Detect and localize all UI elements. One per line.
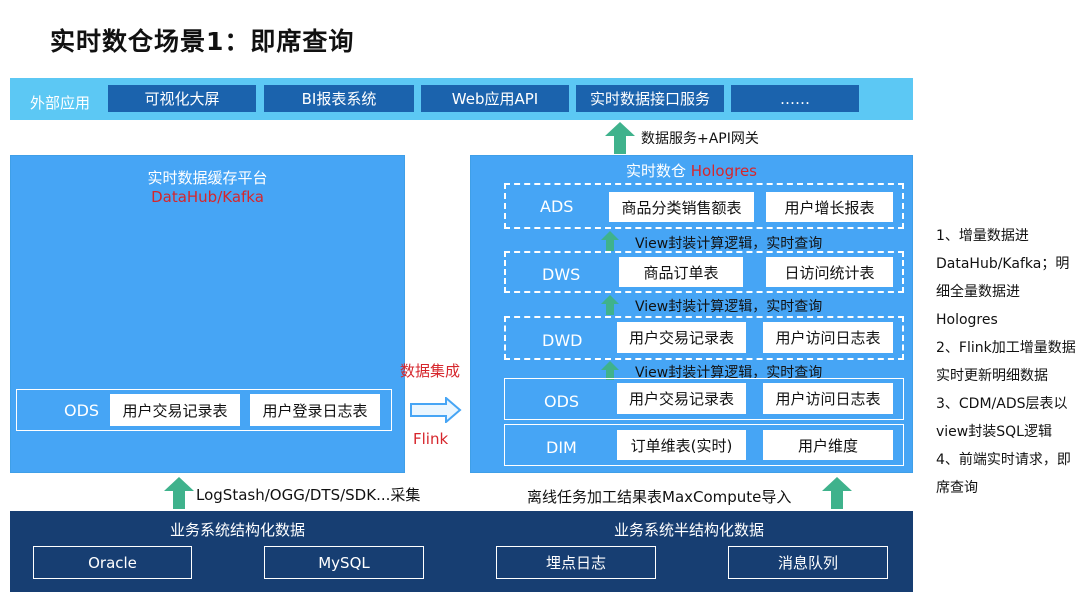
- note-item: 1、增量数据进DataHub/Kafka；明细全量数据进Hologres: [936, 228, 1070, 328]
- dim-table-user: 用户维度: [763, 430, 893, 460]
- layer-ads-label: ADS: [540, 197, 574, 216]
- note-item: 3、CDM/ADS层表以view封装SQL逻辑: [936, 396, 1068, 440]
- app-realtime-service: 实时数据接口服务: [576, 85, 724, 112]
- collect-label: LogStash/OGG/DTS/SDK...采集: [196, 486, 421, 504]
- view-label-2: View封装计算逻辑，实时查询: [635, 299, 823, 315]
- layer-dws-label: DWS: [542, 265, 581, 284]
- external-apps-label: 外部应用: [30, 94, 91, 112]
- right-arrow-icon: [410, 397, 462, 423]
- note-item: 4、前端实时请求，即席查询: [936, 452, 1071, 496]
- ods-table-user-trade: 用户交易记录表: [617, 383, 746, 414]
- cache-ods-label: ODS: [64, 401, 100, 420]
- integration-label: 数据集成: [400, 362, 461, 380]
- app-visual-screen: 可视化大屏: [108, 85, 256, 112]
- notes-panel: 1、增量数据进DataHub/Kafka；明细全量数据进Hologres 2、F…: [936, 222, 1076, 502]
- layer-ods-label: ODS: [544, 392, 580, 411]
- dws-table-product-order: 商品订单表: [619, 257, 743, 287]
- app-bi-report: BI报表系统: [264, 85, 414, 112]
- api-gateway-label: 数据服务+API网关: [641, 131, 759, 147]
- structured-sources-title: 业务系统结构化数据: [169, 521, 305, 539]
- offline-import-label: 离线任务加工结果表MaxCompute导入: [527, 488, 792, 506]
- up-arrow-icon: [601, 295, 619, 315]
- source-message-queue: 消息队列: [728, 546, 888, 579]
- up-arrow-icon: [822, 477, 852, 509]
- source-tracking-log: 埋点日志: [496, 546, 656, 579]
- flink-label: Flink: [413, 430, 449, 448]
- source-mysql: MySQL: [264, 546, 424, 579]
- warehouse-title: 实时数仓 Hologres: [625, 162, 757, 180]
- note-item: 2、Flink加工增量数据实时更新明细数据: [936, 340, 1076, 384]
- app-more: ……: [731, 85, 859, 112]
- ads-table-category-sales: 商品分类销售额表: [609, 192, 754, 222]
- dws-table-daily-visit: 日访问统计表: [766, 257, 893, 287]
- ods-table-user-visit: 用户访问日志表: [763, 383, 893, 414]
- dim-table-order: 订单维表(实时): [617, 430, 746, 460]
- dwd-table-user-visit: 用户访问日志表: [763, 322, 893, 353]
- cache-table-user-trade: 用户交易记录表: [110, 394, 240, 426]
- up-arrow-icon: [164, 477, 194, 509]
- dwd-table-user-trade: 用户交易记录表: [617, 322, 746, 353]
- up-arrow-icon: [605, 122, 635, 154]
- layer-dim-label: DIM: [546, 438, 577, 457]
- app-web-api: Web应用API: [421, 85, 569, 112]
- cache-platform-title: 实时数据缓存平台: [147, 169, 268, 187]
- source-oracle: Oracle: [33, 546, 192, 579]
- view-label-1: View封装计算逻辑，实时查询: [635, 236, 823, 252]
- up-arrow-icon: [601, 231, 619, 251]
- layer-dwd-label: DWD: [542, 331, 583, 350]
- page-title: 实时数仓场景1：即席查询: [50, 27, 355, 56]
- semi-structured-sources-title: 业务系统半结构化数据: [613, 521, 764, 539]
- cache-table-user-login: 用户登录日志表: [250, 394, 380, 426]
- ads-table-user-growth: 用户增长报表: [766, 192, 893, 222]
- cache-platform-subtitle: DataHub/Kafka: [151, 188, 264, 206]
